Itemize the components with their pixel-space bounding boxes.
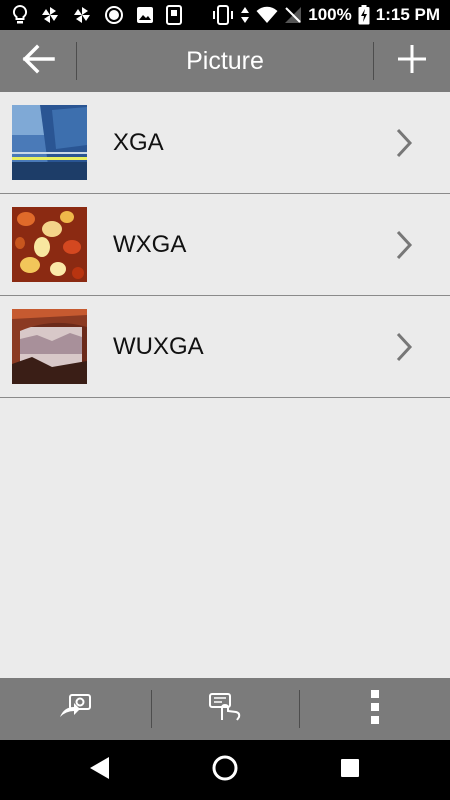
nav-home-button[interactable] (195, 740, 255, 800)
list-item-label: WUXGA (113, 332, 204, 360)
wuxga-thumbnail (12, 309, 87, 384)
chevron-right-icon (394, 128, 414, 158)
triangle-back-icon (89, 756, 111, 785)
battery-percent: 100% (308, 5, 352, 24)
clock: 1:15 PM (375, 5, 440, 24)
bottom-action-bar (0, 678, 450, 740)
nav-back-button[interactable] (70, 740, 130, 800)
page-title: Picture (186, 46, 264, 75)
more-options-button[interactable] (300, 678, 450, 740)
image-icon (136, 6, 154, 24)
plus-icon (396, 43, 428, 80)
lightbulb-icon (12, 5, 28, 25)
wxga-thumbnail (12, 207, 87, 282)
circle-home-icon (211, 754, 239, 787)
chevron-right-icon (394, 332, 414, 362)
vibrate-icon (212, 5, 234, 25)
square-recents-icon (339, 757, 361, 784)
add-button[interactable] (374, 30, 450, 92)
touch-transfer-icon (208, 692, 244, 727)
nav-recents-button[interactable] (320, 740, 380, 800)
list-item-wuxga[interactable]: WUXGA (0, 296, 450, 398)
back-button[interactable] (0, 30, 76, 92)
battery-charging-icon (358, 5, 370, 25)
wifi-icon (256, 6, 278, 24)
list-item-xga[interactable]: XGA (0, 92, 450, 194)
list-item-wxga[interactable]: WXGA (0, 194, 450, 296)
project-image-button[interactable] (0, 678, 151, 740)
more-vert-icon (370, 689, 380, 729)
system-nav-bar (0, 740, 450, 800)
toolbar: Picture (0, 30, 450, 92)
status-bar: 100% 1:15 PM (0, 0, 450, 30)
list-item-label: XGA (113, 128, 164, 156)
arrow-left-icon (21, 44, 55, 79)
touch-transfer-button[interactable] (152, 678, 299, 740)
picture-list: XGA WXGA WUXGA (0, 92, 450, 398)
record-icon (104, 5, 124, 25)
project-image-icon (58, 693, 94, 726)
data-arrows-icon (240, 5, 250, 25)
no-signal-icon (284, 6, 302, 24)
pinwheel-icon (72, 5, 92, 25)
pinwheel-icon (40, 5, 60, 25)
xga-thumbnail (12, 105, 87, 180)
device-icon (166, 5, 182, 25)
list-item-label: WXGA (113, 230, 187, 258)
chevron-right-icon (394, 230, 414, 260)
